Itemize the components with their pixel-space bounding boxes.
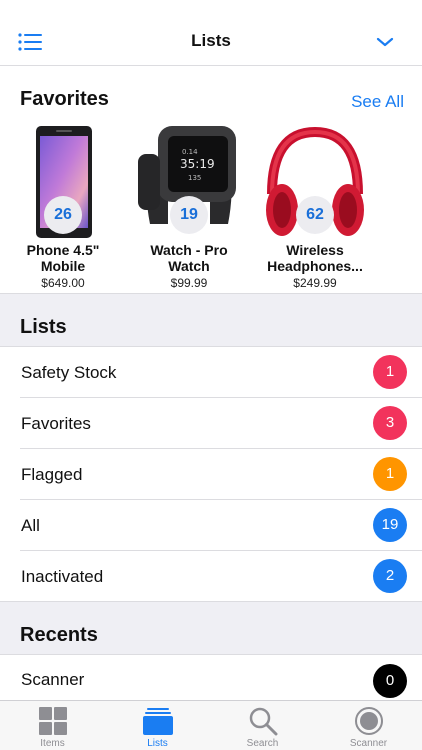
tab-bar: Items Lists Search Scanner — [0, 700, 422, 750]
list-item-safety-stock[interactable]: Safety Stock 1 — [0, 347, 422, 398]
product-price: $649.00 — [41, 276, 85, 290]
product-price: $249.99 — [293, 276, 337, 290]
product-name-line2: Mobile — [40, 258, 86, 274]
product-image: 26 — [8, 124, 118, 242]
product-name-line2: Headphones... — [267, 258, 363, 274]
tab-items[interactable]: Items — [0, 701, 105, 750]
favorite-item-watch[interactable]: 0.14 35:19 135 19 Watch - Pro Watch $99.… — [134, 124, 244, 294]
favorite-item-phone[interactable]: 26 Phone 4.5" Mobile $649.00 — [8, 124, 118, 294]
tab-label: Scanner — [349, 738, 388, 749]
chevron-down-icon[interactable] — [376, 35, 394, 49]
product-price: $99.99 — [170, 276, 208, 290]
list-item-label: All — [21, 516, 40, 535]
list-item-favorites[interactable]: Favorites 3 — [0, 398, 422, 449]
list-item-label: Flagged — [21, 465, 83, 484]
count-badge: 1 — [373, 355, 407, 389]
svg-text:0.14: 0.14 — [182, 148, 198, 156]
tab-label: Items — [40, 738, 65, 749]
svg-text:35:19: 35:19 — [180, 157, 215, 171]
tab-scanner[interactable]: Scanner — [316, 701, 421, 750]
product-name-line1: Wireless — [286, 242, 344, 258]
count-badge: 19 — [373, 508, 407, 542]
list-item-label: Favorites — [21, 414, 91, 433]
see-all-link[interactable]: See All — [351, 92, 404, 112]
count-badge: 3 — [373, 406, 407, 440]
page-title: Lists — [191, 31, 231, 50]
favorite-count-badge: 26 — [44, 196, 82, 234]
product-name-line1: Phone 4.5" — [26, 242, 100, 258]
nav-bar: Lists — [0, 0, 422, 66]
list-item-flagged[interactable]: Flagged 1 — [0, 449, 422, 500]
list-item-all[interactable]: All 19 — [0, 500, 422, 551]
search-icon — [249, 707, 278, 736]
list-item-inactivated[interactable]: Inactivated 2 — [0, 551, 422, 602]
scanner-icon — [355, 707, 383, 735]
list-item-label: Safety Stock — [21, 363, 117, 382]
app: Lists Favorites See All 26 Phone 4.5" Mo… — [0, 0, 422, 750]
count-badge: 0 — [373, 664, 407, 698]
product-name-line1: Watch - Pro — [150, 242, 228, 258]
count-badge: 1 — [373, 457, 407, 491]
tab-label: Lists — [147, 738, 168, 749]
recents-header: Recents — [0, 601, 422, 655]
list-item-label: Scanner — [21, 670, 85, 689]
recents-heading: Recents — [20, 624, 98, 646]
tab-search[interactable]: Search — [210, 701, 315, 750]
lists-header: Lists — [0, 293, 422, 347]
favorites-section: Favorites See All 26 Phone 4.5" Mobile $… — [0, 66, 422, 294]
favorite-count-badge: 19 — [170, 196, 208, 234]
list-item-label: Inactivated — [21, 567, 104, 586]
favorite-item-headphones[interactable]: 62 Wireless Headphones... $249.99 — [260, 124, 370, 294]
lists-heading: Lists — [20, 316, 67, 338]
favorite-count-badge: 62 — [296, 196, 334, 234]
product-image: 0.14 35:19 135 19 — [134, 124, 244, 242]
count-badge: 2 — [373, 559, 407, 593]
tab-lists[interactable]: Lists — [105, 701, 210, 750]
tab-label: Search — [246, 738, 279, 749]
svg-text:135: 135 — [188, 174, 201, 182]
product-name-line2: Watch — [168, 258, 210, 274]
product-image: 62 — [260, 124, 370, 242]
recent-item-scanner[interactable]: Scanner 0 — [0, 655, 422, 700]
grid-icon — [39, 707, 67, 735]
favorites-heading: Favorites — [20, 88, 109, 110]
stack-icon — [143, 708, 173, 735]
